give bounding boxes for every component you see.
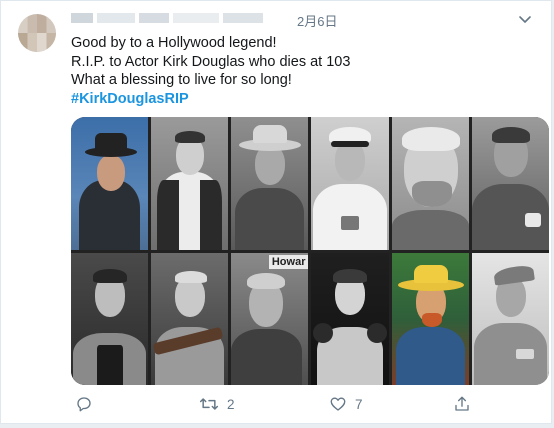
retweet-button[interactable]: 2 [199, 395, 235, 413]
photo-hat-sepia [231, 117, 309, 250]
photo-portrait-dark [71, 252, 149, 385]
tweet-line-3: What a blessing to live for so long! [71, 72, 292, 88]
share-button[interactable] [453, 395, 471, 413]
photo-collage[interactable]: Howar [71, 117, 549, 385]
tweet-line-1: Good by to a Hollywood legend! [71, 35, 277, 51]
photo-beard [391, 117, 469, 250]
reply-icon [75, 395, 93, 413]
photo-van-gogh [391, 252, 469, 385]
like-icon [329, 395, 347, 413]
retweet-icon [199, 395, 219, 413]
poster-text: Howar [268, 254, 309, 269]
photo-guitar [151, 252, 229, 385]
photo-army-cap [471, 252, 549, 385]
photo-western-cowboy [71, 117, 149, 250]
tweet-date[interactable]: 2月6日 [297, 11, 337, 30]
photo-boxer [311, 252, 389, 385]
chevron-down-icon[interactable] [517, 11, 533, 27]
photo-vest [151, 117, 229, 250]
like-button[interactable]: 7 [329, 395, 363, 413]
hashtag-link[interactable]: #KirkDouglasRIP [71, 90, 541, 109]
photo-poster: Howar [231, 252, 309, 385]
photo-soldier [471, 117, 549, 250]
tweet-card[interactable]: 2月6日 Good by to a Hollywood legend! R.I.… [0, 0, 552, 424]
tweet-line-2: R.I.P. to Actor Kirk Douglas who dies at… [71, 53, 351, 70]
tweet-actions: 2 7 [71, 395, 541, 415]
like-count: 7 [355, 396, 363, 412]
share-icon [453, 395, 471, 413]
reply-button[interactable] [75, 395, 101, 413]
tweet-text: Good by to a Hollywood legend! R.I.P. to… [71, 34, 541, 108]
retweet-count: 2 [227, 396, 235, 412]
author-name-redacted[interactable] [71, 11, 271, 25]
avatar[interactable] [18, 14, 56, 52]
photo-navy-officer [311, 117, 389, 250]
